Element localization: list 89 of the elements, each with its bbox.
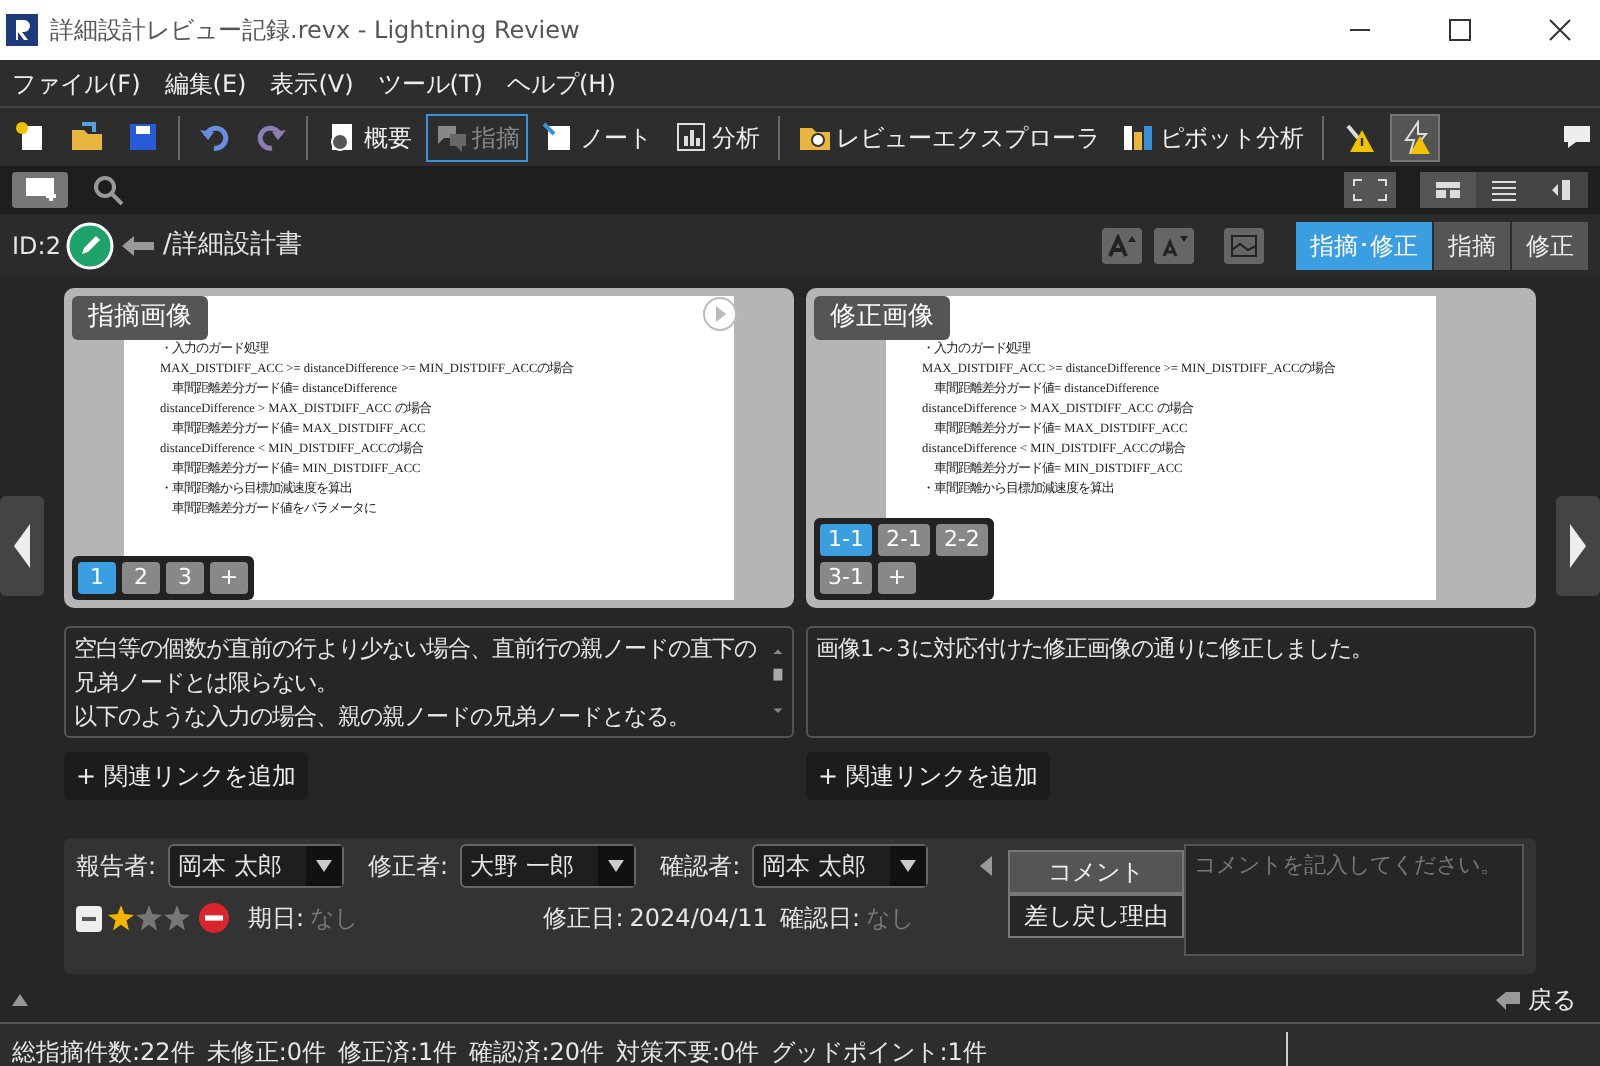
text-area[interactable]: 画像1～3に対応付けた修正画像の通りに修正しました。 <box>806 626 1536 738</box>
field-label: 確認者: <box>660 850 741 884</box>
edit-icon[interactable] <box>66 221 115 269</box>
stop-icon[interactable] <box>198 902 230 934</box>
person-dropdown[interactable]: 岡本 太郎 <box>168 844 345 888</box>
field-label: 確認日: <box>779 902 860 936</box>
status-text: グッドポイント:1件 <box>771 1035 987 1066</box>
add-link-button[interactable]: + 関連リンクを追加 <box>806 752 1050 800</box>
field-label: 修正日: <box>543 902 624 936</box>
person-dropdown[interactable]: 岡本 太郎 <box>752 844 929 888</box>
caret-icon <box>14 524 30 568</box>
close-icon[interactable] <box>1546 16 1574 44</box>
page-tab[interactable]: + <box>210 562 248 594</box>
image-label: 修正画像 <box>814 296 950 339</box>
speech-bubbles-icon <box>434 120 468 154</box>
comment-field[interactable]: コメントを記入してください。 <box>1184 844 1524 956</box>
collapse-icon[interactable] <box>980 856 992 876</box>
view-tab[interactable]: 指摘 <box>1434 221 1510 269</box>
page-tab[interactable]: 3 <box>166 562 204 594</box>
caret-icon <box>900 860 917 872</box>
dropdown-value: 岡本 太郎 <box>762 850 868 884</box>
layout-icon[interactable] <box>1420 172 1476 208</box>
caret-icon <box>608 860 625 872</box>
font-larger-icon[interactable] <box>1108 233 1136 257</box>
issue-text: 空白等の個数が直前の行より少ない場合、直前行の親ノードの直下の兄弟ノードとは限らない。 <box>74 634 758 700</box>
date-value: なし <box>866 902 914 936</box>
add-image-icon[interactable] <box>12 172 68 208</box>
pivot-chart-icon <box>1122 120 1156 154</box>
font-smaller-icon[interactable] <box>1160 233 1188 257</box>
field-label: 修正者: <box>368 850 449 884</box>
date-value: なし <box>310 902 359 936</box>
issue-text: 以下のような入力の場合、親の親ノードの兄弟ノードとなる。 <box>74 702 692 734</box>
page-tab[interactable]: 2 <box>122 562 160 594</box>
issue-text: 画像1～3に対応付けた修正画像の通りに修正しました。 <box>816 634 1375 666</box>
side-panel-icon[interactable] <box>1532 172 1588 208</box>
window-title: 詳細設計レビュー記録.revx - Lightning Review <box>50 14 582 48</box>
status-text: 対策不要:0件 <box>616 1035 760 1066</box>
note-icon <box>542 120 576 154</box>
fullscreen-icon[interactable] <box>1344 172 1396 208</box>
toolbar-button[interactable]: ノート <box>534 113 660 161</box>
expand-icon[interactable] <box>12 994 28 1006</box>
field-label: 報告者: <box>76 850 157 884</box>
menu-item[interactable]: 編集(E) <box>152 65 259 101</box>
next-button[interactable] <box>1556 496 1600 596</box>
page-tab[interactable]: 2-2 <box>935 524 988 556</box>
field-label: 期日: <box>248 902 305 936</box>
person-dropdown[interactable]: 大野 一郎 <box>460 844 637 888</box>
document-path: /詳細設計書 <box>162 227 302 264</box>
page-tab[interactable]: + <box>877 562 916 594</box>
page-tab[interactable]: 2-1 <box>877 524 930 556</box>
menu-item[interactable]: 表示(V) <box>258 65 366 101</box>
view-tab[interactable]: 修正 <box>1512 221 1588 269</box>
toolbar-button[interactable]: レビューエクスプローラ <box>790 113 1108 161</box>
image-icon[interactable] <box>1230 233 1258 257</box>
date-value: 2024/04/11 <box>629 902 768 936</box>
caret-icon <box>1570 524 1586 568</box>
arrow-icon <box>120 231 157 259</box>
maximize-icon[interactable] <box>1446 16 1474 44</box>
return-icon <box>1494 988 1522 1012</box>
menu-item[interactable]: ヘルプ(H) <box>495 65 628 101</box>
add-link-button[interactable]: + 関連リンクを追加 <box>64 752 308 800</box>
toolbar-button[interactable]: 指摘 <box>426 113 528 161</box>
list-icon[interactable] <box>1476 172 1532 208</box>
status-text: 修正済:1件 <box>338 1035 458 1066</box>
menu-item[interactable]: ツール(T) <box>365 65 495 101</box>
app-logo-icon <box>6 14 38 46</box>
previous-button[interactable] <box>0 496 44 596</box>
chat-icon[interactable] <box>1560 120 1594 154</box>
search-icon[interactable] <box>92 174 124 206</box>
lightning-warning-icon[interactable] <box>1390 113 1440 161</box>
status-text: 未修正:0件 <box>206 1035 326 1066</box>
toolbar-button[interactable]: 概要 <box>318 113 420 161</box>
image-label: 指摘画像 <box>72 296 208 339</box>
comment-tab[interactable]: コメント <box>1008 850 1184 894</box>
caret-icon <box>316 860 333 872</box>
menu-item[interactable]: ファイル(F) <box>0 65 153 101</box>
status-text: 総指摘件数:22件 <box>12 1035 195 1066</box>
text-area[interactable]: 空白等の個数が直前の行より少ない場合、直前行の親ノードの直下の兄弟ノードとは限らない。 以下のような入力の場合、親の親ノードの兄弟ノードとなる。 <box>64 626 794 738</box>
toolbar-button[interactable]: ピボット分析 <box>1114 113 1312 161</box>
page-tab[interactable]: 3-1 <box>820 562 872 594</box>
toolbar-button[interactable]: 分析 <box>666 113 768 161</box>
back-button[interactable]: 戻る <box>1482 980 1588 1020</box>
bar-chart-icon <box>674 120 708 154</box>
minus-icon[interactable] <box>76 905 102 931</box>
dropdown-value: 大野 一郎 <box>470 850 576 884</box>
issue-id: ID:2 <box>12 229 61 263</box>
comment-tab[interactable]: 差し戻し理由 <box>1008 894 1184 938</box>
dropdown-value: 岡本 太郎 <box>178 850 284 884</box>
status-text: 確認済:20件 <box>469 1035 604 1066</box>
